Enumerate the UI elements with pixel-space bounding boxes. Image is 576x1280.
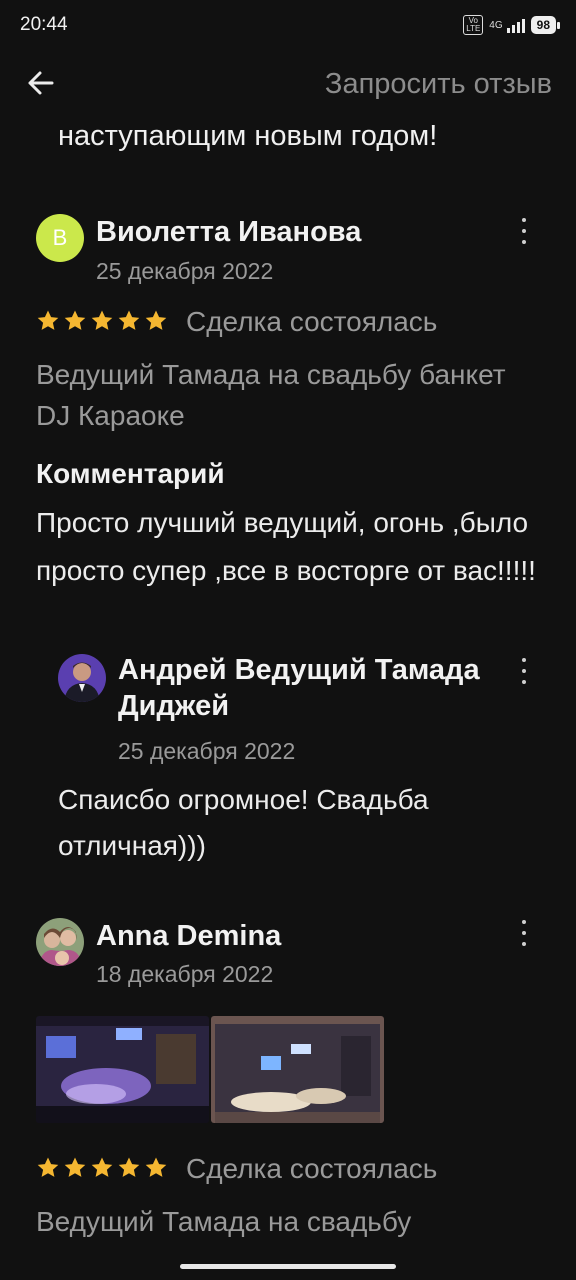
status-time: 20:44 [20,14,68,35]
star-icon [37,1157,59,1177]
review-date: 25 декабря 2022 [96,258,274,284]
battery-icon: 98 [530,16,561,34]
navigation-bar [0,1270,576,1280]
reply-date: 25 декабря 2022 [118,738,296,764]
reply-author-name: Андрей Ведущий Тамада Диджей [118,654,480,722]
star-icon [118,1157,140,1177]
star-icon [118,310,140,330]
request-review-button[interactable]: Запросить отзыв [325,68,552,101]
review-photo[interactable] [36,1016,209,1123]
comment-heading: Комментарий [36,458,225,489]
service-title: Ведущий Тамада на свадьбу банкет DJ Кара… [36,359,506,431]
status-icons: Vo LTE 4G 98 [463,15,561,35]
more-options-icon[interactable] [520,920,528,946]
rating-stars [36,1156,168,1180]
review-date: 18 декабря 2022 [96,961,274,987]
star-icon [64,1157,86,1177]
more-options-icon[interactable] [520,658,528,684]
review-author-name: Виолетта Иванова [96,216,362,248]
signal-icon [506,17,525,33]
star-icon [91,310,113,330]
avatar: В [36,214,84,262]
star-icon [145,1157,167,1177]
star-icon [91,1157,113,1177]
arrow-left-icon[interactable] [26,66,56,100]
service-title: Ведущий Тамада на свадьбу [36,1206,412,1237]
home-indicator[interactable] [180,1264,396,1269]
volte-icon: Vo LTE [463,15,484,35]
deal-status: Сделка состоялась [186,1153,438,1184]
star-icon [37,310,59,330]
review-photo[interactable] [211,1016,384,1123]
star-icon [64,310,86,330]
network-type: 4G [489,19,503,31]
reply-text: Спаисбо огромное! Свадьба отличная))) [58,784,429,861]
rating-stars [36,309,168,333]
comment-text: Просто лучший ведущий, огонь ,было прост… [36,507,536,586]
deal-status: Сделка состоялась [186,306,438,337]
review-author-name: Anna Demina [96,920,282,952]
previous-review-text: наступающим новым годом! [58,120,438,152]
star-icon [145,310,167,330]
reply-avatar [58,654,106,702]
avatar [36,918,84,966]
more-options-icon[interactable] [520,218,528,244]
